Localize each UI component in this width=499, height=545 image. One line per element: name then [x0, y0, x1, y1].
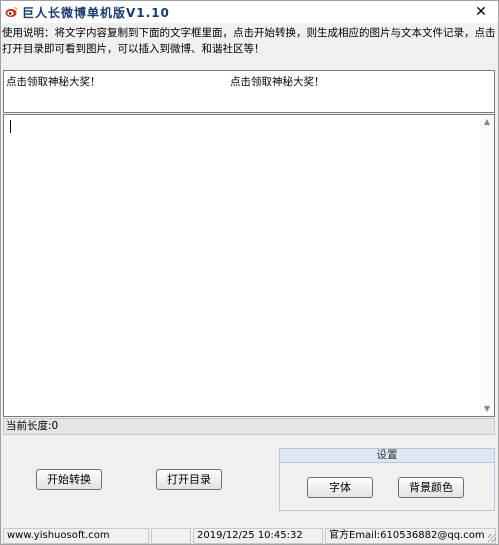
start-convert-button[interactable]: 开始转换: [36, 469, 102, 490]
settings-group: 设置 字体 背景颜色: [279, 448, 495, 511]
status-panel: [151, 528, 191, 544]
promo-link[interactable]: 点击领取神秘大奖！: [6, 74, 101, 89]
usage-instructions: 使用说明：将文字内容复制到下面的文字框里面，点击开始转换，则生成相应的图片与文本…: [2, 27, 496, 55]
weibo-logo-icon: [5, 6, 18, 17]
font-button[interactable]: 字体: [307, 477, 373, 498]
promo-link[interactable]: 点击领取神秘大奖！: [230, 74, 325, 89]
resize-grip-icon[interactable]: [488, 534, 496, 542]
close-button[interactable]: ✕: [472, 3, 490, 21]
open-directory-button[interactable]: 打开目录: [156, 469, 222, 490]
settings-title: 设置: [280, 449, 494, 463]
email-label: 官方Email:610536882@qq.com: [325, 528, 496, 544]
title-bar[interactable]: 巨人长微博单机版V1.10 ✕: [1, 1, 498, 23]
content-textarea[interactable]: ▲ ▼: [3, 114, 495, 417]
main-window: 巨人长微博单机版V1.10 ✕ 使用说明：将文字内容复制到下面的文字框里面，点击…: [0, 0, 499, 545]
length-status: 当前长度:0: [3, 418, 495, 435]
promo-marquee[interactable]: 点击领取神秘大奖！ 点击领取神秘大奖！: [3, 70, 495, 113]
status-bar: www.yishuosoft.com 2019/12/25 10:45:32 官…: [1, 528, 498, 544]
scroll-down-icon[interactable]: ▼: [480, 402, 494, 416]
scroll-up-icon[interactable]: ▲: [480, 115, 494, 129]
window-title: 巨人长微博单机版V1.10: [22, 6, 170, 20]
text-caret: [10, 120, 11, 133]
website-label: www.yishuosoft.com: [3, 528, 149, 544]
vertical-scrollbar[interactable]: ▲ ▼: [480, 115, 494, 416]
datetime-label: 2019/12/25 10:45:32: [193, 528, 323, 544]
background-color-button[interactable]: 背景颜色: [398, 477, 464, 498]
